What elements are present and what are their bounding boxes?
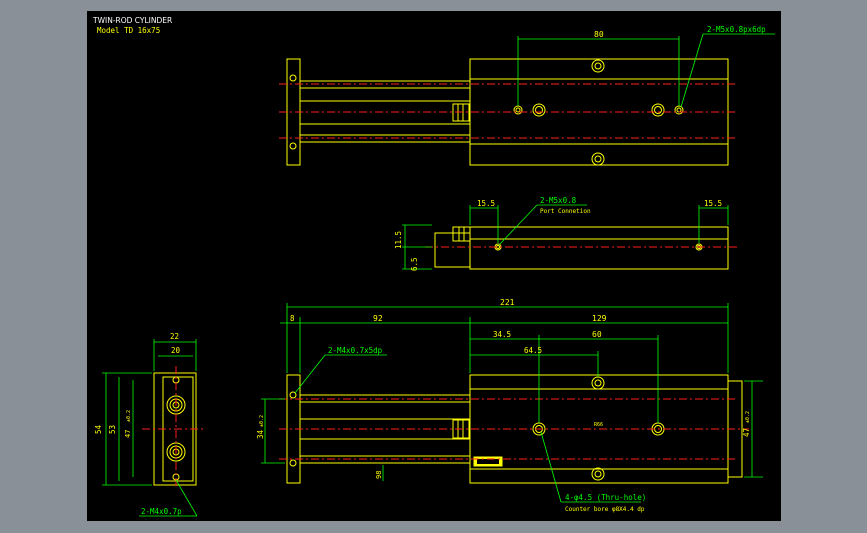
dim-34: 34 <box>256 429 265 439</box>
drawing-sheet[interactable]: TWIN-ROD CYLINDER Model TD 16x75 80 2-M5… <box>87 11 781 521</box>
front-hole-sub: Counter bore φ8X4.4 dp <box>565 506 645 513</box>
dim-20: 20 <box>171 346 181 355</box>
top-port-callout: 2-M5x0.8px6dp <box>707 25 766 34</box>
dim-34-5: 34.5 <box>493 330 511 339</box>
dim-47-end-tol: ±0.2 <box>126 410 132 422</box>
end-tap-callout: 2-M4x0.7p <box>141 507 182 516</box>
top-plate-hole-2 <box>289 142 297 150</box>
dim-60: 60 <box>592 330 602 339</box>
dim-92: 92 <box>373 314 383 323</box>
dim-15-5-left: 15.5 <box>477 199 495 208</box>
title-text: TWIN-ROD CYLINDER <box>92 16 172 25</box>
dim-54: 54 <box>94 424 103 434</box>
side-port-sub: Port Connetion <box>540 208 591 215</box>
front-tap-callout: 2-M4x0.7x5dp <box>328 346 383 355</box>
cad-viewport[interactable]: TWIN-ROD CYLINDER Model TD 16x75 80 2-M5… <box>0 0 867 533</box>
dim-6-5: 6.5 <box>410 257 419 271</box>
dim-8: 8 <box>290 314 295 323</box>
end-view: 22 20 54 53 47 ±0.2 2-M4x0.7p <box>94 332 205 517</box>
dim-34-tol: ±0.2 <box>259 415 265 427</box>
dim-221: 221 <box>500 298 515 307</box>
center-label: R66 <box>594 422 603 428</box>
model-text: Model TD 16x75 <box>97 26 160 35</box>
front-view: R66 221 8 92 129 34.5 60 64.5 34 ±0.2 47… <box>256 298 763 513</box>
dim-64-5: 64.5 <box>524 346 542 355</box>
front-hole-callout: 4-φ4.5 (Thru-hole) <box>565 493 646 502</box>
top-view: 80 2-M5x0.8px6dp <box>279 25 775 166</box>
side-port-callout: 2-M5x0.8 <box>540 196 577 205</box>
dim-98: 98 <box>375 471 383 479</box>
dim-11-5: 11.5 <box>394 231 403 249</box>
side-view: 15.5 15.5 11.5 6.5 2-M5x0.8 Port Conneti… <box>394 196 737 271</box>
top-plate-hole-1 <box>289 74 297 82</box>
dim-80: 80 <box>594 30 604 39</box>
dim-129: 129 <box>592 314 607 323</box>
side-body <box>469 226 729 270</box>
drawing-canvas: TWIN-ROD CYLINDER Model TD 16x75 80 2-M5… <box>92 16 775 517</box>
dim-47-end: 47 <box>124 430 132 438</box>
dim-47-front-tol: ±0.2 <box>745 411 751 423</box>
dim-15-5-right: 15.5 <box>704 199 722 208</box>
dim-22: 22 <box>170 332 179 341</box>
dim-47-front: 47 <box>742 428 751 437</box>
dim-53: 53 <box>108 425 117 434</box>
